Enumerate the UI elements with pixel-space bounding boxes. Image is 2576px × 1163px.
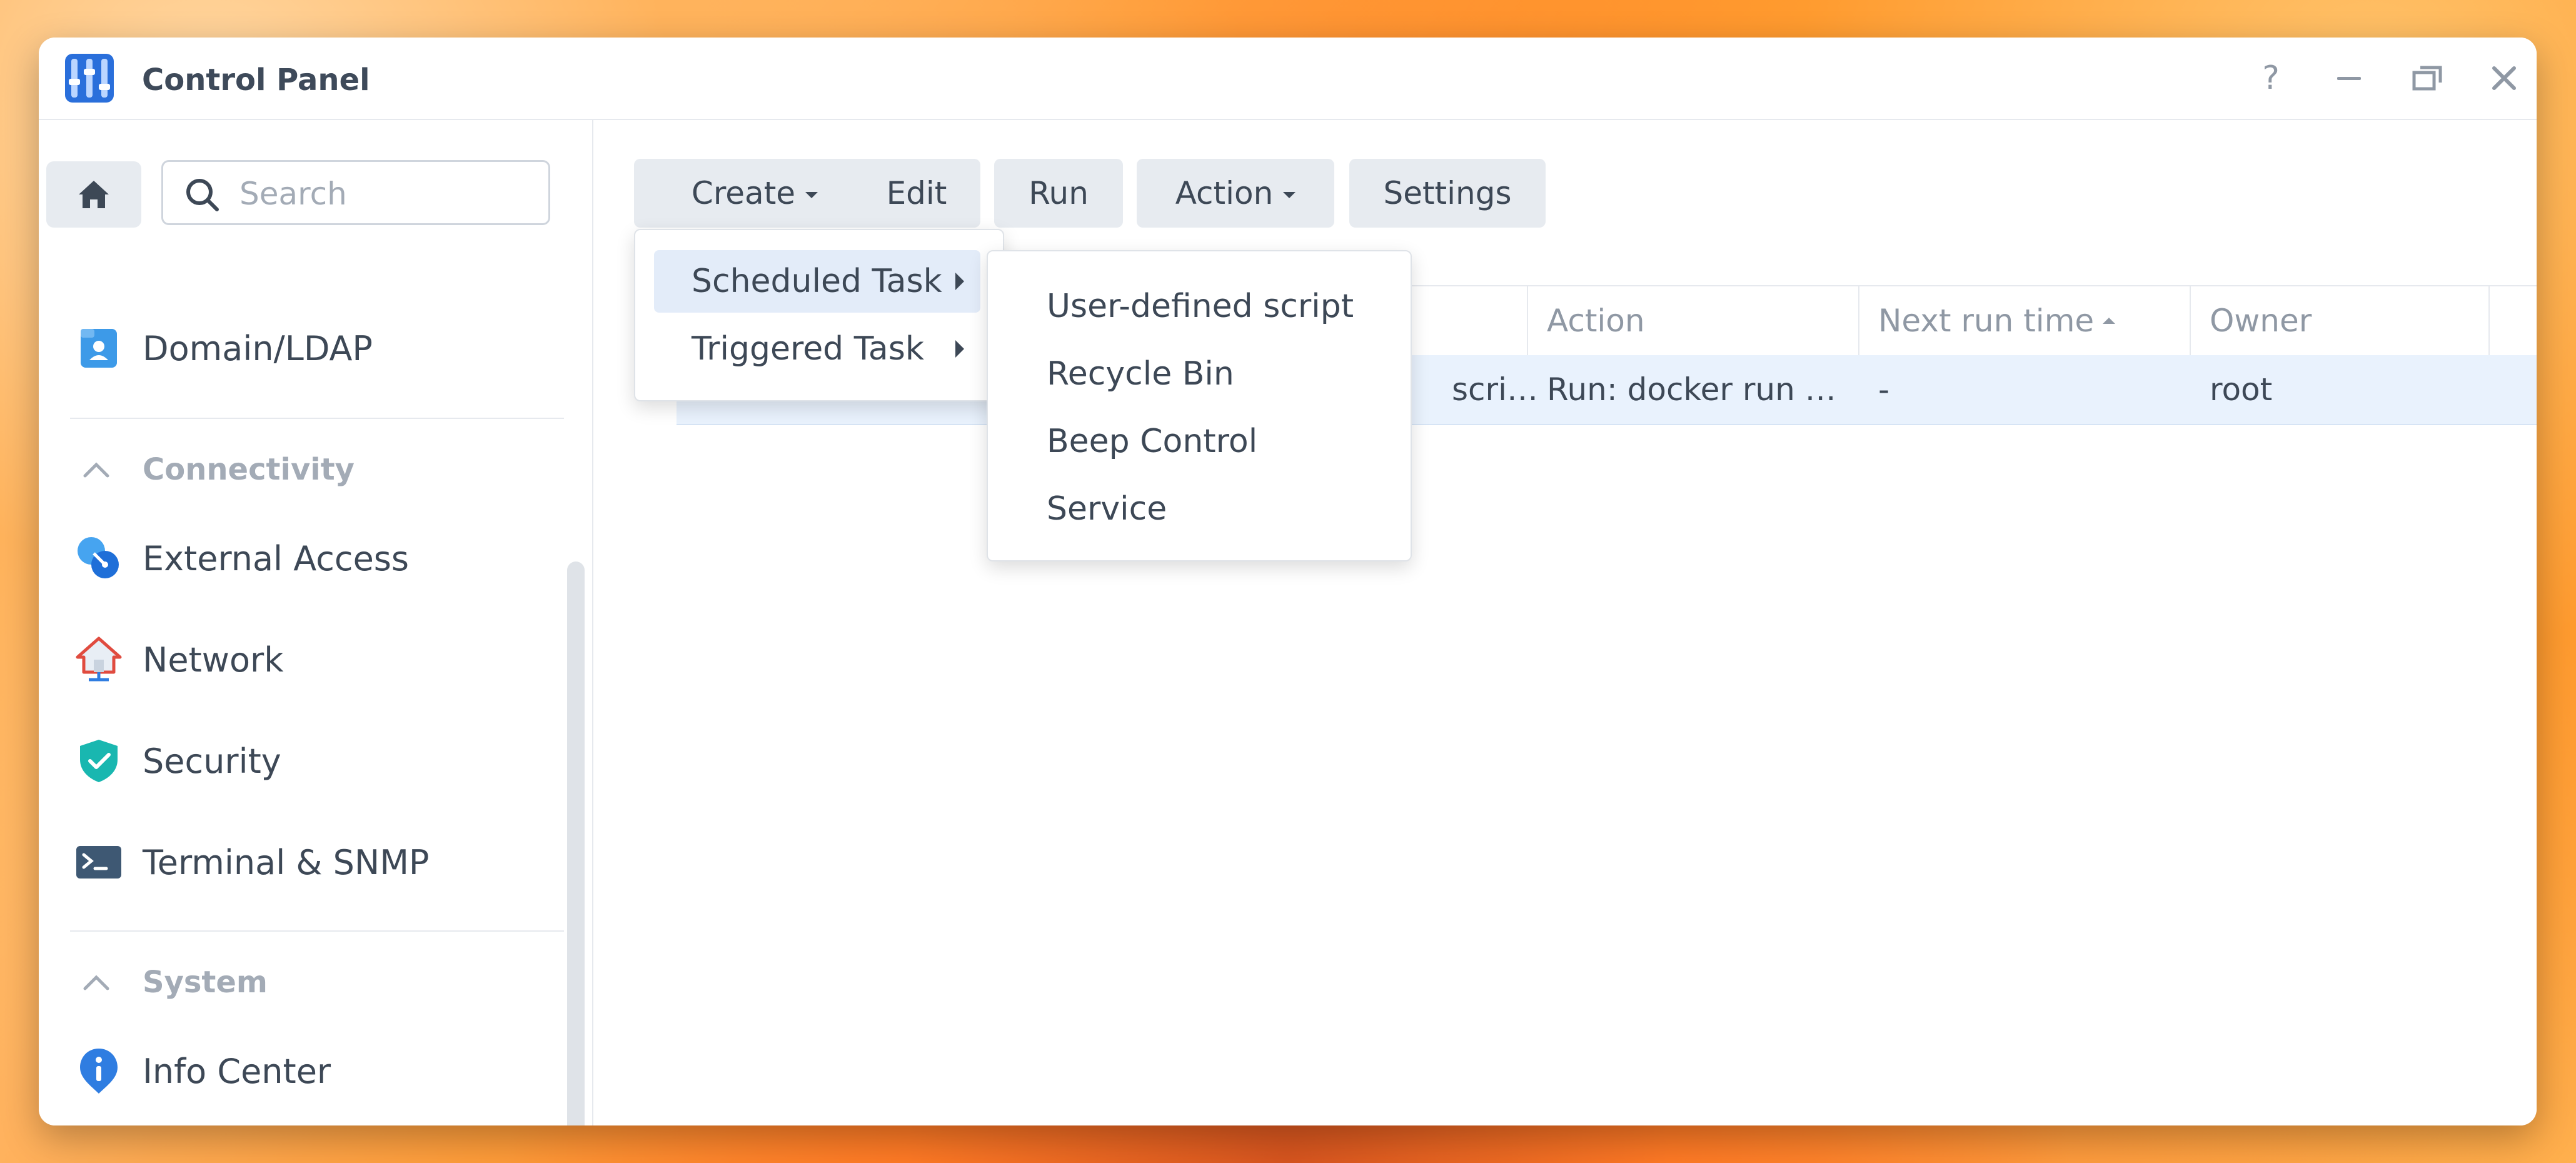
cell-next-run: - — [1878, 371, 1890, 408]
edit-button[interactable]: Edit — [853, 159, 980, 228]
search-icon — [186, 179, 219, 211]
title-bar: Control Panel ? — [39, 38, 2537, 120]
close-button[interactable] — [2482, 56, 2526, 100]
menu-item-service[interactable]: Service — [988, 478, 1411, 540]
create-dropdown-menu: Scheduled Task Triggered Task — [634, 229, 1004, 401]
sidebar-item-domain-ldap[interactable]: Domain/LDAP — [39, 314, 570, 383]
sidebar-divider — [70, 930, 564, 932]
scheduled-task-submenu: User-defined script Recycle Bin Beep Con… — [987, 250, 1412, 561]
menu-item-label: Scheduled Task — [692, 263, 942, 300]
sidebar-item-security[interactable]: Security — [39, 727, 570, 795]
menu-item-scheduled-task[interactable]: Scheduled Task — [654, 250, 980, 313]
home-icon — [79, 181, 109, 208]
control-panel-window: Control Panel ? Search Domain/LDAP Conne… — [39, 38, 2537, 1125]
section-connectivity[interactable]: Connectivity — [39, 441, 570, 498]
column-label: Action — [1547, 303, 1645, 339]
menu-item-user-defined-script[interactable]: User-defined script — [988, 275, 1411, 338]
cell-action: Run: docker run … — [1547, 371, 1836, 408]
menu-item-recycle-bin[interactable]: Recycle Bin — [988, 343, 1411, 405]
cell-owner: root — [2210, 371, 2273, 408]
settings-button-label: Settings — [1383, 175, 1512, 211]
sidebar-item-label: Terminal & SNMP — [143, 842, 430, 882]
chevron-up-icon — [83, 462, 109, 478]
menu-item-label: User-defined script — [1047, 288, 1354, 325]
sidebar-item-terminal-snmp[interactable]: Terminal & SNMP — [39, 828, 570, 897]
caret-down-icon — [805, 192, 818, 198]
sort-ascending-icon — [2103, 318, 2116, 324]
section-label: Connectivity — [143, 452, 355, 487]
column-header-next-run-time[interactable]: Next run time — [1858, 286, 2190, 355]
control-panel-app-icon — [63, 51, 116, 105]
search-input[interactable] — [238, 173, 528, 214]
sidebar-item-label: Domain/LDAP — [143, 328, 373, 368]
close-icon — [2492, 66, 2516, 90]
window-title: Control Panel — [142, 63, 370, 98]
home-button[interactable] — [46, 161, 141, 228]
action-button-label: Action — [1175, 175, 1274, 211]
action-button[interactable]: Action — [1137, 159, 1334, 228]
menu-item-triggered-task[interactable]: Triggered Task — [654, 318, 980, 380]
restore-button[interactable] — [2405, 56, 2449, 100]
run-button[interactable]: Run — [994, 159, 1123, 228]
help-icon: ? — [2262, 59, 2280, 97]
sidebar-scrollbar[interactable] — [567, 561, 585, 1125]
security-shield-icon — [75, 737, 123, 785]
sidebar: Domain/LDAP Connectivity External Access — [39, 120, 593, 1125]
terminal-icon — [75, 838, 123, 886]
settings-button[interactable]: Settings — [1349, 159, 1546, 228]
chevron-up-icon — [83, 975, 109, 990]
sidebar-item-network[interactable]: Network — [39, 625, 570, 694]
section-system[interactable]: System — [39, 954, 570, 1010]
minimize-button[interactable] — [2327, 56, 2371, 100]
submenu-arrow-icon — [955, 273, 964, 290]
create-button-label: Create — [691, 175, 796, 211]
sidebar-item-external-access[interactable]: External Access — [39, 524, 570, 593]
column-header-owner[interactable]: Owner — [2190, 286, 2490, 355]
help-button[interactable]: ? — [2249, 56, 2293, 100]
menu-item-label: Service — [1047, 490, 1167, 528]
submenu-arrow-icon — [955, 340, 964, 358]
run-button-label: Run — [1029, 175, 1089, 211]
sidebar-item-label: Network — [143, 640, 284, 680]
cell-type: scri… — [1452, 371, 1538, 408]
search-box — [161, 160, 550, 225]
minimize-icon — [2337, 77, 2361, 80]
column-header-action[interactable]: Action — [1527, 286, 1858, 355]
create-button[interactable]: Create — [634, 159, 875, 228]
domain-ldap-icon — [75, 325, 123, 372]
menu-item-label: Beep Control — [1047, 423, 1258, 460]
sidebar-item-label: Security — [143, 741, 281, 781]
column-label: Owner — [2210, 303, 2312, 339]
sidebar-item-info-center[interactable]: Info Center — [39, 1037, 570, 1105]
caret-down-icon — [1283, 192, 1296, 198]
info-center-icon — [75, 1047, 123, 1095]
sidebar-divider — [70, 418, 564, 419]
column-label: Next run time — [1878, 303, 2095, 339]
section-label: System — [143, 965, 268, 1000]
menu-item-label: Triggered Task — [692, 330, 924, 368]
menu-item-beep-control[interactable]: Beep Control — [988, 410, 1411, 473]
menu-item-label: Recycle Bin — [1047, 355, 1234, 393]
restore-icon — [2412, 66, 2442, 91]
external-access-icon — [75, 535, 123, 582]
edit-button-label: Edit — [886, 175, 947, 211]
sidebar-item-label: External Access — [143, 538, 410, 578]
sidebar-item-label: Info Center — [143, 1051, 331, 1091]
network-icon — [75, 636, 123, 683]
